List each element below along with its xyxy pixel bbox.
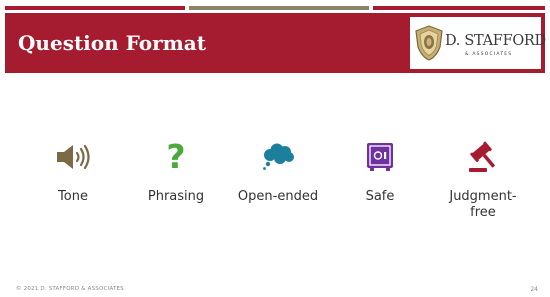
format-item-label: Phrasing xyxy=(147,189,205,204)
format-item-tone: Tone xyxy=(28,140,118,205)
format-item-label: Safe xyxy=(365,189,395,204)
speaker-icon xyxy=(28,140,118,174)
safe-icon xyxy=(335,140,425,174)
format-item-open-ended: Open-ended xyxy=(233,140,323,205)
copyright-notice: © 2021 D. STAFFORD & ASSOCIATES xyxy=(16,286,124,292)
shield-emblem-icon xyxy=(415,25,443,61)
format-item-phrasing: ? Phrasing xyxy=(131,140,221,205)
slide-title: Question Format xyxy=(18,31,206,55)
question-mark-icon: ? xyxy=(166,137,186,176)
format-item-label: Open-ended xyxy=(237,189,319,204)
company-logo: D. STAFFORD & ASSOCIATES xyxy=(410,17,546,69)
top-bar-segment-right xyxy=(373,6,545,10)
logo-tagline: & ASSOCIATES xyxy=(465,52,513,57)
format-item-label: Judgment-free xyxy=(449,189,517,220)
page-number: 24 xyxy=(530,286,538,293)
format-item-safe: Safe xyxy=(335,140,425,205)
top-bar-segment-middle xyxy=(189,6,369,10)
format-item-label: Tone xyxy=(58,189,88,204)
top-bar-segment-left xyxy=(5,6,185,10)
thought-bubble-icon xyxy=(233,140,323,174)
top-decorative-bar xyxy=(0,6,550,10)
title-banner: Question Format D. STAFFORD & ASSOCIATES xyxy=(5,13,546,73)
gavel-icon xyxy=(438,140,528,174)
logo-wordmark: D. STAFFORD xyxy=(445,33,546,49)
format-item-judgment-free: Judgment-free xyxy=(438,140,528,221)
